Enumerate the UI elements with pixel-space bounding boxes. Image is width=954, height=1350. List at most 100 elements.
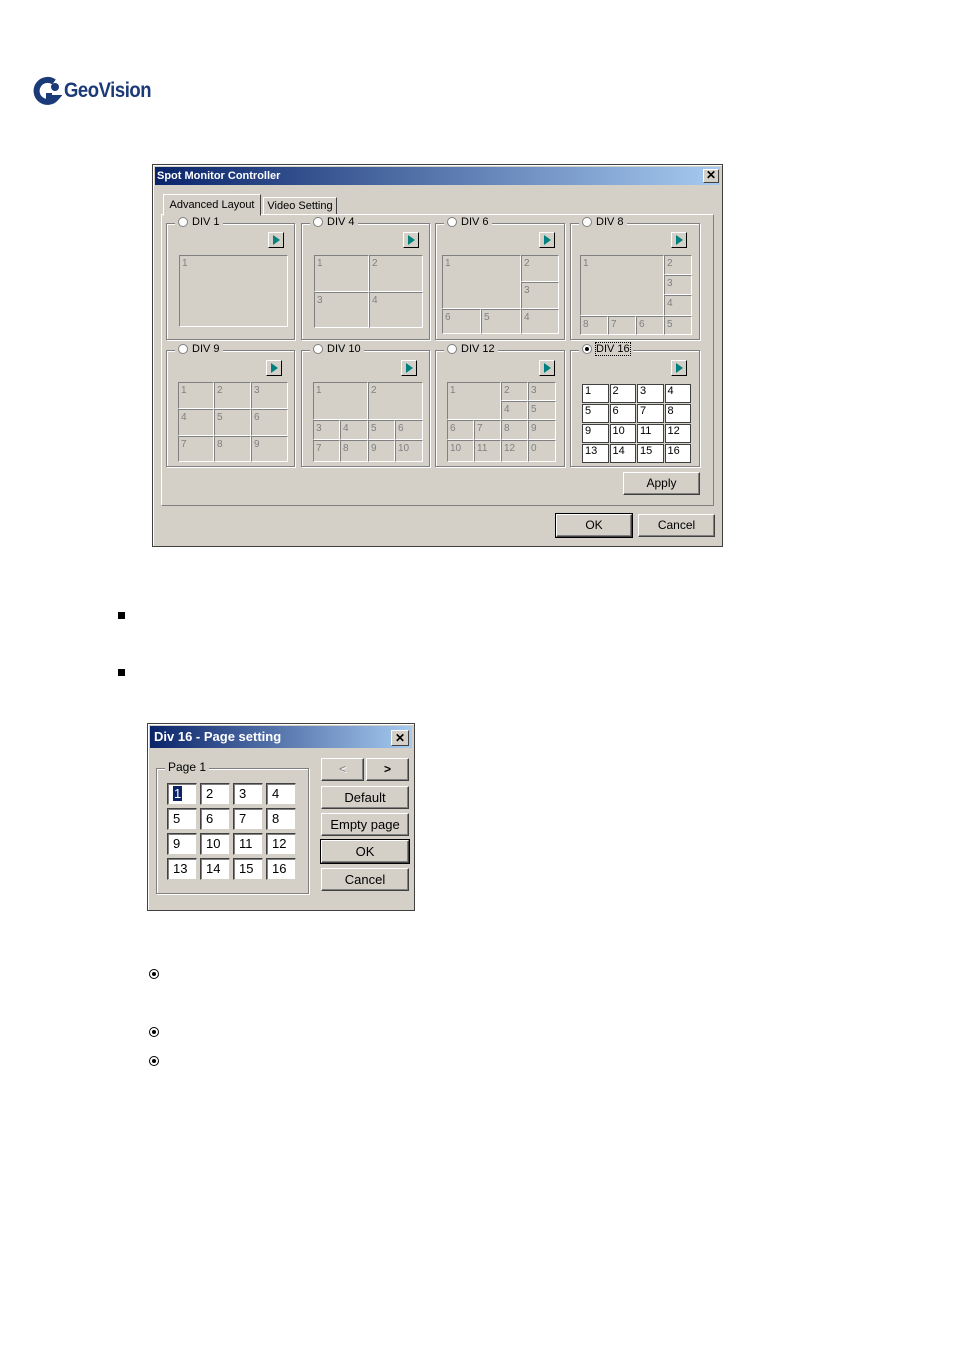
page-cell-input[interactable]: 14 <box>200 858 230 880</box>
div6-radio[interactable] <box>447 217 457 227</box>
div16-play-icon[interactable] <box>671 360 687 376</box>
layout-cell: 2 <box>214 382 251 409</box>
page-cell-input[interactable]: 11 <box>233 833 263 855</box>
page-cell-input[interactable]: 3 <box>233 783 263 805</box>
div16-radio[interactable] <box>582 344 592 354</box>
circle-bullet-icon <box>149 1056 159 1066</box>
div16-cell[interactable]: 11 <box>637 424 664 443</box>
div16-cell[interactable]: 14 <box>609 444 636 463</box>
div16-cell[interactable]: 1 <box>582 384 609 403</box>
div6-group: DIV 6 1 2 3 4 5 6 <box>435 216 565 340</box>
div16-cell[interactable]: 3 <box>637 384 664 403</box>
layout-cell: 1 <box>314 255 369 292</box>
page-cell-input[interactable]: 5 <box>167 808 197 830</box>
layout-cell: 9 <box>251 436 288 462</box>
div16-cell[interactable]: 4 <box>664 384 691 403</box>
layout-cell: 3 <box>521 282 559 309</box>
div12-radio[interactable] <box>447 344 457 354</box>
layout-cell: 11 <box>474 440 501 462</box>
page-group: Page 1 1 2 3 4 5 6 7 8 9 10 11 12 13 14 15 16 <box>156 760 309 894</box>
div4-group: DIV 4 1 2 3 4 <box>301 216 430 340</box>
layout-cell: 10 <box>395 440 423 462</box>
page-cell-input[interactable]: 9 <box>167 833 197 855</box>
div9-radio[interactable] <box>178 344 188 354</box>
square-bullet-icon <box>118 612 125 619</box>
div12-group: DIV 12 1 2 3 4 5 6 7 8 9 10 11 12 0 <box>435 343 565 467</box>
layout-cell: 5 <box>481 309 521 334</box>
div16-cell[interactable]: 5 <box>582 404 609 423</box>
cancel-button[interactable]: Cancel <box>321 868 409 891</box>
layout-cell: 1 <box>179 255 288 327</box>
div1-radio[interactable] <box>178 217 188 227</box>
div9-play-icon[interactable] <box>266 360 282 376</box>
page-cell-input[interactable]: 6 <box>200 808 230 830</box>
page-cell-input[interactable]: 12 <box>266 833 296 855</box>
div16-cell[interactable]: 2 <box>609 384 636 403</box>
div16-cell[interactable]: 8 <box>664 404 691 423</box>
page-cell-input[interactable]: 15 <box>233 858 263 880</box>
div10-play-icon[interactable] <box>401 360 417 376</box>
ok-button[interactable]: OK <box>555 513 633 538</box>
page-cell-input[interactable]: 13 <box>167 858 197 880</box>
page-cell-input[interactable]: 10 <box>200 833 230 855</box>
div16-cell[interactable]: 12 <box>664 424 691 443</box>
layout-cell: 6 <box>251 409 288 436</box>
layout-cell: 6 <box>636 316 664 335</box>
div4-radio[interactable] <box>313 217 323 227</box>
next-page-button[interactable]: > <box>366 758 409 781</box>
layout-cell: 6 <box>395 420 423 440</box>
prev-page-button[interactable]: < <box>321 758 364 781</box>
layout-cell: 10 <box>447 440 474 462</box>
circle-bullet-icon <box>149 969 159 979</box>
ok-button[interactable]: OK <box>320 839 410 864</box>
layout-cell: 8 <box>580 316 608 335</box>
page-cell-input[interactable]: 4 <box>266 783 296 805</box>
div16-cell[interactable]: 6 <box>609 404 636 423</box>
div4-play-icon[interactable] <box>403 232 419 248</box>
div16-cell[interactable]: 15 <box>637 444 664 463</box>
layout-cell: 12 <box>501 440 528 462</box>
div1-group: DIV 1 1 <box>166 216 295 340</box>
layout-cell: 2 <box>369 255 423 292</box>
div16-cell[interactable]: 9 <box>582 424 609 443</box>
square-bullet-icon <box>118 669 125 676</box>
div16-cell[interactable]: 10 <box>609 424 636 443</box>
div16-cell[interactable]: 16 <box>664 444 691 463</box>
layout-cell: 8 <box>214 436 251 462</box>
div16-cell[interactable]: 13 <box>582 444 609 463</box>
div8-play-icon[interactable] <box>671 232 687 248</box>
empty-page-button[interactable]: Empty page <box>321 813 409 836</box>
close-icon[interactable]: ✕ <box>703 169 719 183</box>
layout-cell: 1 <box>580 255 664 316</box>
spot-titlebar: Spot Monitor Controller <box>155 167 720 185</box>
div16-cell[interactable]: 7 <box>637 404 664 423</box>
layout-cell: 2 <box>521 255 559 282</box>
page-cell-input[interactable]: 1 <box>167 783 197 805</box>
default-button[interactable]: Default <box>321 786 409 809</box>
page-cell-input[interactable]: 7 <box>233 808 263 830</box>
layout-cell: 7 <box>608 316 636 335</box>
layout-cell: 9 <box>528 420 556 440</box>
page-setting-title: Div 16 - Page setting <box>154 729 282 744</box>
page-cell-input[interactable]: 8 <box>266 808 296 830</box>
close-icon[interactable]: ✕ <box>391 730 409 746</box>
page-setting-window: Div 16 - Page setting ✕ Page 1 123456789… <box>147 723 415 911</box>
div8-radio[interactable] <box>582 217 592 227</box>
tab-video-setting[interactable]: Video Setting <box>263 197 337 215</box>
page-cell-input[interactable]: 2 <box>200 783 230 805</box>
layout-cell: 4 <box>521 309 559 334</box>
apply-button[interactable]: Apply <box>623 472 700 495</box>
div12-play-icon[interactable] <box>539 360 555 376</box>
spot-title: Spot Monitor Controller <box>157 170 281 182</box>
tab-advanced-layout[interactable]: Advanced Layout <box>163 194 261 216</box>
div10-radio[interactable] <box>313 344 323 354</box>
page-cell-input[interactable]: 16 <box>266 858 296 880</box>
cancel-button[interactable]: Cancel <box>638 514 715 537</box>
geovision-logo-icon <box>32 76 63 106</box>
layout-cell: 3 <box>251 382 288 409</box>
layout-cell: 1 <box>178 382 214 409</box>
geovision-logo: GeoVision <box>32 74 163 108</box>
div1-play-icon[interactable] <box>268 232 284 248</box>
div6-play-icon[interactable] <box>539 232 555 248</box>
layout-cell: 2 <box>664 255 692 275</box>
